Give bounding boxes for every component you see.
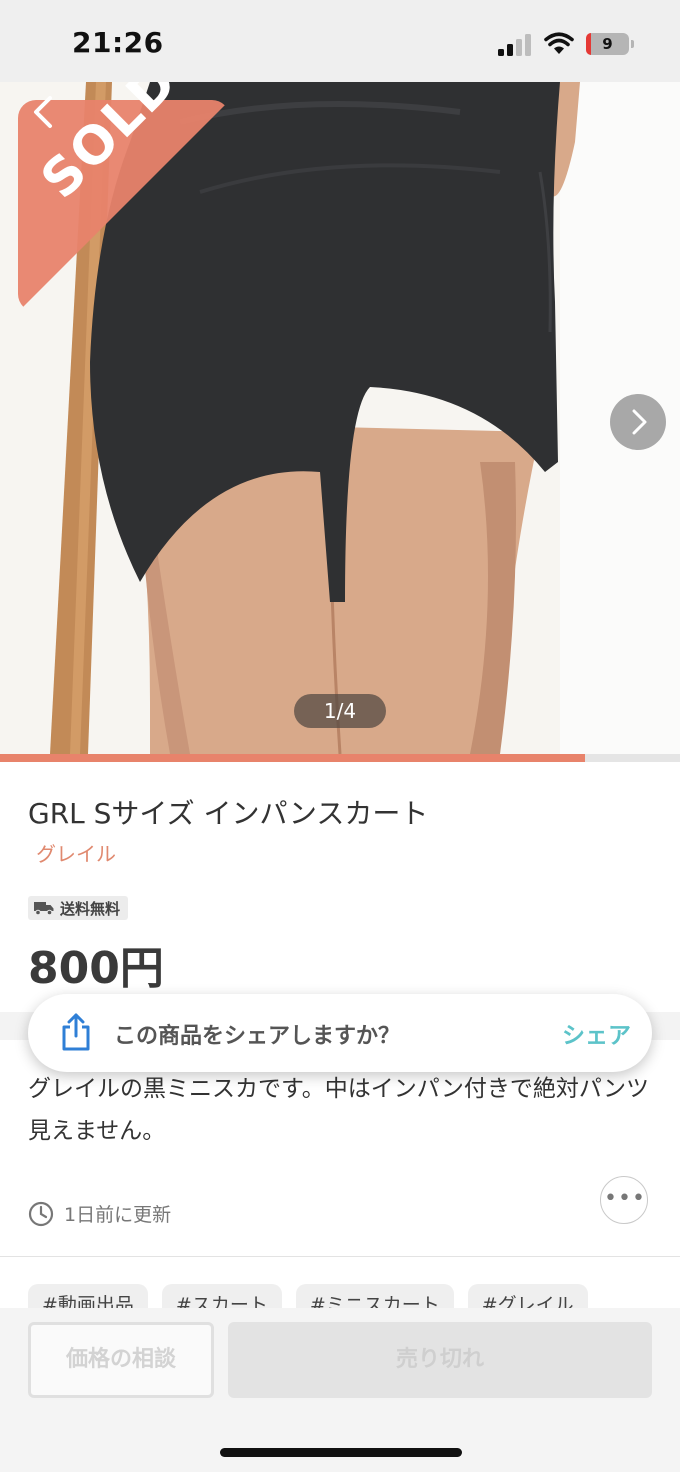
more-dots-icon: •••	[604, 1186, 646, 1211]
product-price: 800円	[28, 943, 164, 994]
battery-icon: 9	[586, 33, 634, 55]
status-bar: 21:26 9	[0, 0, 680, 82]
updated-info: 1日前に更新	[28, 1200, 171, 1227]
share-prompt-toast[interactable]: この商品をシェアしますか？ シェア	[28, 994, 652, 1072]
share-button[interactable]: シェア	[562, 1016, 631, 1050]
battery-level: 9	[602, 35, 613, 53]
updated-time: 1日前に更新	[64, 1204, 172, 1226]
tag-item[interactable]: #スカート	[161, 1284, 282, 1308]
more-options-button[interactable]: •••	[600, 1176, 648, 1224]
product-description: グレイルの黒ミニスカです。中はインパン付きで絶対パンツ見えません。	[28, 1076, 649, 1144]
tag-list: #動画出品 #スカート #ミニスカート #グレイル	[28, 1284, 680, 1308]
tag-item[interactable]: #ミニスカート	[295, 1284, 454, 1308]
shipping-label: 送料無料	[60, 899, 121, 918]
sold-out-button[interactable]: 売り切れ	[228, 1322, 652, 1398]
price-consult-button[interactable]: 価格の相談	[28, 1322, 214, 1398]
home-indicator[interactable]	[220, 1448, 462, 1457]
product-image-gallery[interactable]: SOLD 1/4	[0, 82, 680, 754]
wifi-icon	[544, 32, 574, 54]
bottom-action-bar: 価格の相談 売り切れ	[0, 1308, 680, 1472]
truck-icon	[34, 902, 54, 915]
status-time: 21:26	[72, 26, 164, 59]
share-icon	[62, 1013, 90, 1051]
gallery-progress-bar	[0, 754, 680, 762]
back-chevron-icon[interactable]	[26, 92, 62, 132]
clock-icon	[28, 1201, 54, 1226]
product-title: GRL Sサイズ インパンスカート	[28, 797, 429, 830]
free-shipping-badge: 送料無料	[28, 896, 129, 920]
gallery-progress-fill	[0, 754, 585, 762]
next-image-button[interactable]	[610, 394, 666, 450]
divider	[0, 1256, 680, 1257]
next-chevron-icon	[632, 409, 647, 435]
tag-item[interactable]: #グレイル	[467, 1284, 588, 1308]
image-page-indicator: 1/4	[294, 694, 386, 728]
cellular-signal-icon	[498, 34, 531, 56]
share-question: この商品をシェアしますか？	[114, 1024, 401, 1049]
tag-item[interactable]: #動画出品	[28, 1284, 148, 1308]
brand-link[interactable]: グレイル	[36, 838, 116, 867]
